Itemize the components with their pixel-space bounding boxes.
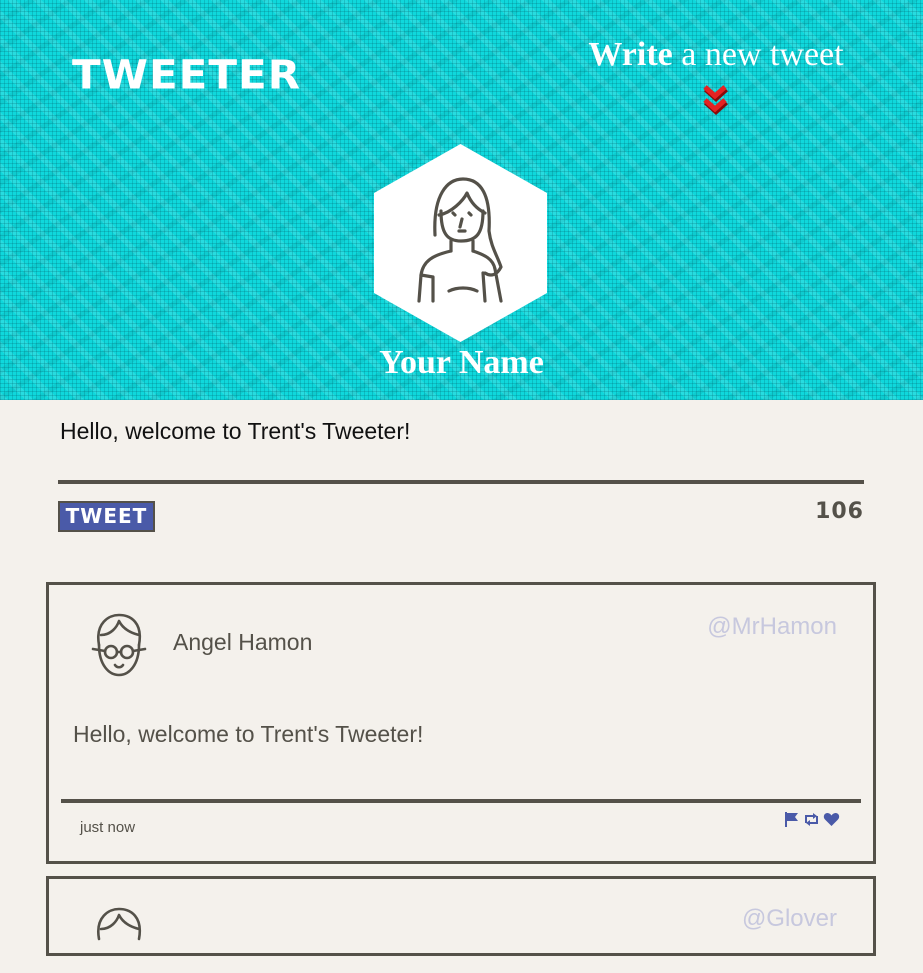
profile-header: TWEETER Write a new tweet Your Name [0, 0, 923, 400]
user-handle: @MrHamon [707, 613, 837, 640]
tweet-divider [61, 799, 861, 803]
user-avatar [91, 613, 147, 677]
compose-toggle-rest: a new tweet [672, 36, 844, 73]
tweet-body: Hello, welcome to Trent's Tweeter! [73, 721, 424, 747]
heart-icon[interactable] [823, 811, 840, 828]
retweet-icon[interactable] [803, 811, 820, 828]
tweet-timestamp: just now [80, 819, 136, 836]
flag-icon[interactable] [783, 811, 800, 828]
brand-logo[interactable]: TWEETER [72, 55, 301, 95]
profile-name: Your Name [379, 344, 544, 381]
compose-toggle-bold: Write [588, 36, 673, 73]
tweet-card: Angel Hamon @MrHamon Hello, welcome to T… [46, 582, 876, 864]
tweet-textarea[interactable]: Hello, welcome to Trent's Tweeter! [60, 418, 860, 445]
compose-toggle[interactable]: Write a new tweet [578, 38, 854, 72]
double-chevron-down-icon[interactable] [700, 82, 730, 116]
tweet-card: @Glover [46, 876, 876, 956]
user-name: Angel Hamon [173, 629, 313, 655]
tweet-actions [783, 811, 840, 828]
compose-divider [58, 480, 864, 484]
profile-avatar [374, 144, 547, 342]
character-counter: 106 [815, 499, 864, 524]
tweet-button[interactable]: TWEET [58, 501, 155, 532]
user-handle: @Glover [741, 905, 837, 932]
user-avatar [97, 907, 142, 941]
